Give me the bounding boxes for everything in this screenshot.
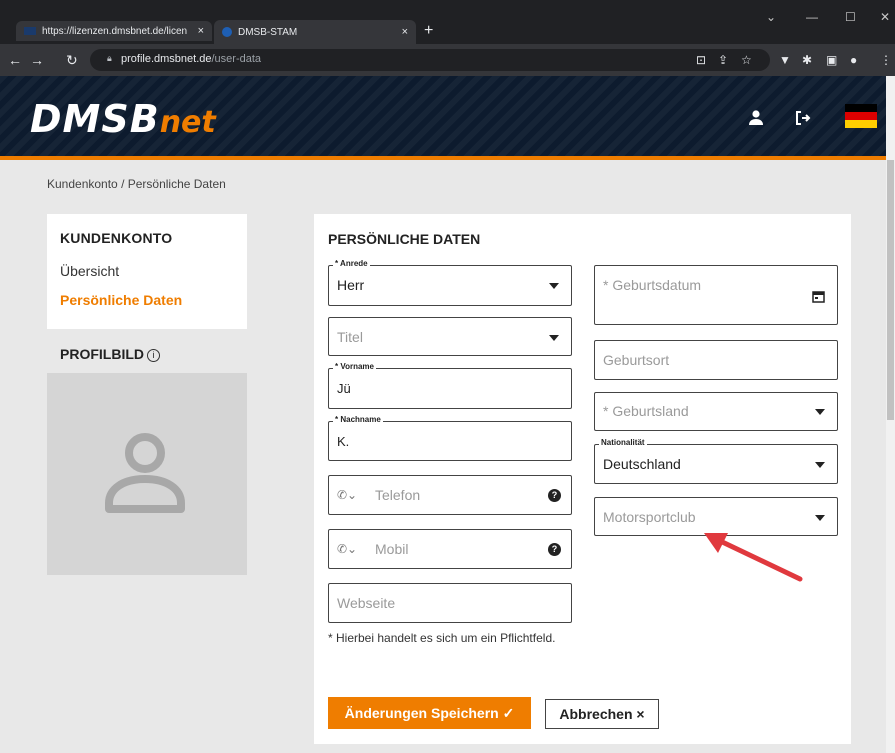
geburtsort-placeholder: Geburtsort xyxy=(603,352,670,368)
required-footnote: * Hierbei handelt es sich um ein Pflicht… xyxy=(328,631,556,645)
reload-icon[interactable]: ↻ xyxy=(66,52,78,69)
chevron-down-icon xyxy=(549,335,559,341)
browser-tab-dmsb-stam[interactable]: DMSB-STAM × xyxy=(214,20,416,44)
share-icon[interactable]: ⇪ xyxy=(718,53,728,67)
forward-icon[interactable]: → xyxy=(30,52,44,68)
profilbild-heading: PROFILBILD i xyxy=(60,346,160,362)
sidebar-item-persoenliche-daten[interactable]: Persönliche Daten xyxy=(60,292,182,308)
profilbild-label: PROFILBILD xyxy=(60,346,144,362)
new-tab-button[interactable]: + xyxy=(424,22,433,40)
tab-favicon-icon xyxy=(222,27,232,37)
vorname-label: * Vorname xyxy=(333,362,376,371)
logo-main-text: DMSB xyxy=(30,97,160,141)
webseite-placeholder: Webseite xyxy=(337,595,396,611)
url-text[interactable]: profile.dmsbnet.de/user-data xyxy=(121,53,261,65)
geburtsdatum-field[interactable]: * Geburtsdatum xyxy=(594,265,838,325)
bookmark-star-icon[interactable]: ☆ xyxy=(741,53,752,67)
browser-menu-icon[interactable]: ⋮ xyxy=(880,53,892,67)
mobil-placeholder: Mobil xyxy=(375,541,409,557)
nachname-field[interactable]: * Nachname K. xyxy=(328,415,572,461)
nationalitaet-label: Nationalität xyxy=(599,438,647,447)
chevron-down-icon xyxy=(549,283,559,289)
profile-icon[interactable]: ● xyxy=(850,53,857,67)
sidebar-item-uebersicht[interactable]: Übersicht xyxy=(60,263,119,279)
cancel-button[interactable]: Abbrechen × xyxy=(545,699,659,729)
url-path: /user-data xyxy=(211,53,262,65)
avatar-person-icon xyxy=(105,433,185,513)
extension-v-icon[interactable]: ▼ xyxy=(779,53,791,67)
avatar-placeholder[interactable] xyxy=(47,373,247,575)
sidebar-panel-icon[interactable]: ▣ xyxy=(826,53,837,67)
phone-globe-icon[interactable]: ✆⌄ xyxy=(337,542,357,556)
anrede-label: * Anrede xyxy=(333,259,370,268)
breadcrumb: Kundenkonto / Persönliche Daten xyxy=(47,177,226,191)
form-heading: PERSÖNLICHE DATEN xyxy=(328,231,481,247)
motorsportclub-placeholder: Motorsportclub xyxy=(603,509,696,525)
window-close-icon[interactable]: ✕ xyxy=(880,10,890,24)
url-host: profile.dmsbnet.de xyxy=(121,53,212,65)
anrede-select[interactable]: * Anrede Herr xyxy=(328,259,572,306)
tab-title: https://lizenzen.dmsbnet.de/licen xyxy=(42,25,188,37)
install-icon[interactable]: ⊡ xyxy=(696,53,706,67)
back-icon[interactable]: ← xyxy=(8,52,22,68)
vorname-value: Jü xyxy=(337,381,351,396)
mobil-field[interactable]: ✆⌄ Mobil ? xyxy=(328,529,572,569)
geburtsort-field[interactable]: Geburtsort xyxy=(594,340,838,380)
logout-icon[interactable] xyxy=(795,110,811,131)
nationalitaet-value: Deutschland xyxy=(603,456,681,472)
dmsbnet-logo[interactable]: DMSBnet xyxy=(30,97,216,145)
help-icon[interactable]: ? xyxy=(548,489,561,502)
nachname-label: * Nachname xyxy=(333,415,383,424)
nationalitaet-select[interactable]: Nationalität Deutschland xyxy=(594,438,838,484)
titel-select[interactable]: Titel xyxy=(328,317,572,356)
tab-favicon-icon xyxy=(24,27,36,35)
info-icon[interactable]: i xyxy=(147,349,160,362)
red-annotation-arrow-icon xyxy=(704,533,803,582)
chevron-down-icon xyxy=(815,409,825,415)
scrollbar-thumb[interactable] xyxy=(887,160,894,420)
anrede-value: Herr xyxy=(337,277,365,293)
header-accent-line xyxy=(0,156,895,160)
maximize-icon[interactable]: ☐ xyxy=(845,10,856,24)
tab-search-icon[interactable]: ⌄ xyxy=(766,10,776,24)
browser-tab-lizenzen[interactable]: https://lizenzen.dmsbnet.de/licen × xyxy=(16,21,212,41)
geburtsdatum-placeholder: * Geburtsdatum xyxy=(603,277,702,293)
tab-title: DMSB-STAM xyxy=(238,26,298,38)
geburtsland-placeholder: * Geburtsland xyxy=(603,403,689,419)
help-icon[interactable]: ? xyxy=(548,543,561,556)
calendar-icon[interactable] xyxy=(812,288,825,307)
nachname-value: K. xyxy=(337,434,350,449)
geburtsland-select[interactable]: * Geburtsland xyxy=(594,392,838,431)
save-button[interactable]: Änderungen Speichern ✓ xyxy=(328,697,531,729)
tab-close-icon[interactable]: × xyxy=(402,26,408,38)
user-icon[interactable] xyxy=(749,110,763,131)
telefon-field[interactable]: ✆⌄ Telefon ? xyxy=(328,475,572,515)
german-flag-icon[interactable] xyxy=(845,104,877,128)
vorname-field[interactable]: * Vorname Jü xyxy=(328,362,572,409)
extensions-puzzle-icon[interactable]: ✱ xyxy=(802,53,812,67)
titel-placeholder: Titel xyxy=(337,329,363,345)
chevron-down-icon xyxy=(815,462,825,468)
chevron-down-icon xyxy=(815,515,825,521)
phone-globe-icon[interactable]: ✆⌄ xyxy=(337,488,357,502)
telefon-placeholder: Telefon xyxy=(375,487,421,503)
logo-suffix-text: net xyxy=(159,105,216,140)
webseite-field[interactable]: Webseite xyxy=(328,583,572,623)
lock-icon[interactable]: 🔒︎ xyxy=(107,54,112,64)
tab-close-icon[interactable]: × xyxy=(198,25,204,37)
minimize-icon[interactable]: — xyxy=(806,10,818,24)
sidebar-heading: KUNDENKONTO xyxy=(60,230,173,246)
